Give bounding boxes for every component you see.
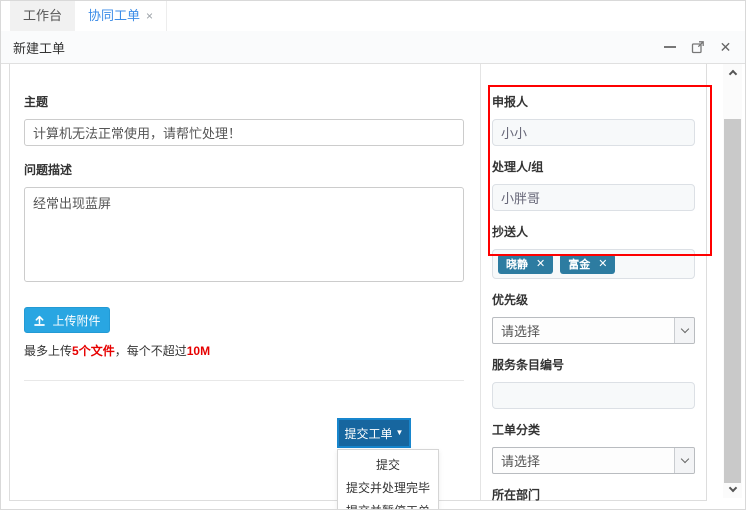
reporter-input[interactable]	[492, 119, 695, 146]
scrollbar-thumb[interactable]	[724, 119, 741, 483]
dialog-titlebar: 新建工单 ✕	[1, 31, 745, 64]
submit-button-label: 提交工单	[345, 425, 393, 442]
upload-hint: 最多上传5个文件，每个不超过10M	[24, 342, 464, 359]
minimize-icon[interactable]	[662, 40, 677, 55]
window-controls: ✕	[662, 40, 733, 55]
hint-text-2: ，每个不超过	[115, 344, 187, 358]
handler-input[interactable]	[492, 184, 695, 211]
tab-collab-workorder[interactable]: 协同工单 ×	[75, 1, 167, 31]
tab-collab-label: 协同工单	[88, 8, 140, 23]
tag-remove-icon[interactable]: ✕	[536, 259, 545, 270]
cc-tag-name: 晓静	[506, 256, 528, 272]
chevron-down-icon	[728, 484, 736, 492]
category-label: 工单分类	[492, 421, 695, 438]
priority-select[interactable]: 请选择	[492, 317, 695, 344]
category-selected-value: 请选择	[493, 451, 674, 470]
subject-label: 主题	[24, 93, 464, 110]
form-right-column: 申报人 处理人/组 抄送人 晓静 ✕ 富金 ✕ 优先级	[480, 64, 707, 500]
menu-item-submit-pause[interactable]: 提交并暂停工单	[338, 500, 438, 510]
upload-icon	[33, 314, 46, 327]
scroll-up-button[interactable]	[723, 64, 742, 81]
submit-workorder-button[interactable]: 提交工单 ▼	[337, 418, 411, 448]
new-workorder-form: 主题 问题描述 经常出现蓝屏 上传附件 最多上传5个文件，每个不超过10M 提交…	[9, 64, 707, 501]
select-arrow	[674, 318, 694, 343]
cc-tag: 晓静 ✕	[498, 254, 553, 274]
tab-workbench[interactable]: 工作台	[10, 1, 75, 31]
chevron-down-icon	[680, 455, 688, 463]
app-window: 工作台 协同工单 × 新建工单 ✕ 主题 问题描述 经常出现蓝屏	[0, 0, 746, 510]
subject-input[interactable]	[24, 119, 464, 146]
category-select[interactable]: 请选择	[492, 447, 695, 474]
description-label: 问题描述	[24, 161, 464, 178]
hint-max-size: 10M	[187, 344, 210, 358]
service-item-input[interactable]	[492, 382, 695, 409]
hint-max-files: 5个文件	[72, 344, 115, 358]
priority-selected-value: 请选择	[493, 321, 674, 340]
tab-bar: 工作台 协同工单 ×	[1, 1, 745, 31]
tab-workbench-label: 工作台	[23, 8, 62, 23]
maximize-icon[interactable]	[690, 40, 705, 55]
chevron-up-icon	[728, 70, 736, 78]
close-icon[interactable]: ✕	[718, 40, 733, 55]
cc-tag-name: 富金	[568, 256, 590, 272]
select-arrow	[674, 448, 694, 473]
priority-label: 优先级	[492, 291, 695, 308]
divider	[24, 380, 464, 381]
form-left-column: 主题 问题描述 经常出现蓝屏 上传附件 最多上传5个文件，每个不超过10M 提交…	[24, 64, 464, 448]
tag-remove-icon[interactable]: ✕	[598, 259, 607, 270]
cc-label: 抄送人	[492, 223, 695, 240]
hint-text: 最多上传	[24, 344, 72, 358]
department-label: 所在部门	[492, 486, 695, 503]
tab-close-icon[interactable]: ×	[146, 9, 153, 23]
service-item-label: 服务条目编号	[492, 356, 695, 373]
scroll-down-button[interactable]	[723, 481, 742, 498]
upload-button-label: 上传附件	[52, 312, 100, 329]
description-textarea[interactable]: 经常出现蓝屏	[24, 187, 464, 282]
cc-tags-field[interactable]: 晓静 ✕ 富金 ✕	[492, 249, 695, 279]
scrollbar[interactable]	[723, 64, 742, 498]
menu-item-submit-complete[interactable]: 提交并处理完毕	[338, 477, 438, 500]
handler-label: 处理人/组	[492, 158, 695, 175]
reporter-label: 申报人	[492, 93, 695, 110]
chevron-down-icon	[680, 325, 688, 333]
submit-dropdown-menu: 提交 提交并处理完毕 提交并暂停工单	[337, 449, 439, 510]
menu-item-submit[interactable]: 提交	[338, 454, 438, 477]
caret-down-icon: ▼	[396, 429, 404, 437]
submit-area: 提交工单 ▼ 提交 提交并处理完毕 提交并暂停工单	[337, 418, 411, 448]
dialog-title: 新建工单	[13, 38, 65, 57]
cc-tag: 富金 ✕	[560, 254, 615, 274]
upload-attachment-button[interactable]: 上传附件	[24, 307, 110, 333]
